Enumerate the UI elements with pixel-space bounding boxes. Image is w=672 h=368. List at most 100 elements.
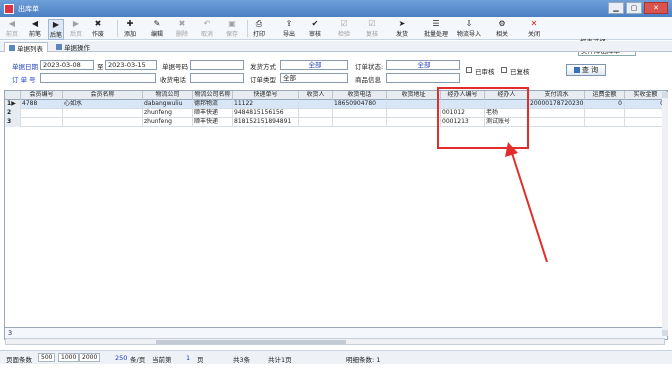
cell-paid[interactable] <box>625 109 667 118</box>
void-button[interactable]: ✖ 作废 <box>92 19 104 38</box>
ship-button[interactable]: ➤ 发货 <box>396 19 408 38</box>
query-button[interactable]: 查 询 <box>566 64 606 76</box>
print-button[interactable]: ⎙ 打印 <box>253 19 265 38</box>
cell-logistics-name[interactable]: 顺丰快递 <box>193 109 233 118</box>
add-button[interactable]: ✚ 添加 <box>124 19 136 38</box>
inspect-button[interactable]: ☑ 检验 <box>338 19 350 38</box>
col-express-no[interactable]: 快递单号 <box>233 91 299 100</box>
cell-recv-phone[interactable] <box>333 118 387 127</box>
goods-info-input[interactable] <box>386 73 460 83</box>
logistics-import-button[interactable]: ⇩ 物流导入 <box>457 19 481 38</box>
cell-recv-address[interactable] <box>387 109 441 118</box>
order-no-input[interactable] <box>40 73 156 83</box>
horizontal-scrollbar[interactable] <box>5 338 665 345</box>
col-recv-address[interactable]: 收货地址 <box>387 91 441 100</box>
cell-member-id[interactable] <box>21 118 63 127</box>
page-size-500[interactable]: 500 <box>38 353 56 362</box>
table-row[interactable]: 1▶ 4788 心如水 dabangwuliu 德邦物流 11122 18650… <box>5 100 667 109</box>
vertical-scrollbar[interactable] <box>662 92 668 336</box>
tab-document-list[interactable]: 单据列表 <box>4 42 48 53</box>
cell-logistics[interactable]: zhunfeng <box>143 118 193 127</box>
col-recv-phone[interactable]: 收货电话 <box>333 91 387 100</box>
date-to-input[interactable]: 2023-03-15 <box>105 60 157 70</box>
cell-recv-address[interactable] <box>387 118 441 127</box>
tab-document-operation[interactable]: 单据操作 <box>52 42 94 52</box>
delete-button[interactable]: ✖ 删除 <box>176 19 188 38</box>
cancel-icon: ↶ <box>203 19 211 28</box>
cell-freight[interactable]: 0 <box>585 100 625 109</box>
table-row[interactable]: 3 zhunfeng 顺丰快递 818152151894891 0001213 … <box>5 118 667 127</box>
export-button[interactable]: ⇪ 导出 <box>283 19 295 38</box>
col-payment-serial[interactable]: 支付流水 <box>529 91 585 100</box>
col-logistics-name[interactable]: 物流公司名称 <box>193 91 233 100</box>
minimize-button[interactable]: ▁ <box>608 2 624 14</box>
col-member-id[interactable]: 会员编号 <box>21 91 63 100</box>
cell-recv-address[interactable] <box>387 100 441 109</box>
cell-payment-serial[interactable] <box>529 118 585 127</box>
highlight-box <box>437 87 529 149</box>
cancel-button[interactable]: ↶ 取消 <box>201 19 213 38</box>
cell-freight[interactable] <box>585 118 625 127</box>
cell-freight[interactable] <box>585 109 625 118</box>
cell-paid[interactable] <box>625 118 667 127</box>
data-grid: 会员编号 会员名称 物流公司 物流公司名称 快递单号 收货人 收货电话 收货地址… <box>4 90 668 340</box>
review-button[interactable]: ☑ 复核 <box>366 19 378 38</box>
cell-express-no[interactable]: 9484815156156 <box>233 109 299 118</box>
first-page-button[interactable]: ◀ 前页 <box>6 19 18 38</box>
current-page-value[interactable]: 1 <box>186 354 190 362</box>
cell-payment-serial[interactable]: 20000178720230 <box>529 100 585 109</box>
audited-checkbox[interactable] <box>466 67 472 73</box>
audit-button[interactable]: ✔ 审核 <box>309 19 321 38</box>
related-button[interactable]: ⚙ 相关 <box>496 19 508 38</box>
order-type-select[interactable]: 全部 <box>280 73 348 83</box>
reviewed-label: 已复核 <box>510 68 530 76</box>
cell-receiver[interactable] <box>299 109 333 118</box>
last-page-button[interactable]: ▶ 后页 <box>70 19 82 38</box>
cell-logistics-name[interactable]: 顺丰快递 <box>193 118 233 127</box>
close-window-button[interactable]: ✕ <box>644 2 668 14</box>
cell-member-id[interactable]: 4788 <box>21 100 63 109</box>
cell-member-name[interactable] <box>63 118 143 127</box>
save-button[interactable]: ▣ 保存 <box>226 19 238 38</box>
maximize-button[interactable]: ▢ <box>626 2 642 14</box>
cell-recv-phone[interactable]: 18650904780 <box>333 100 387 109</box>
batch-process-button[interactable]: ☰ 批量处理 <box>424 19 448 38</box>
page-size-1000[interactable]: 1000 <box>58 353 80 362</box>
cell-logistics-name[interactable]: 德邦物流 <box>193 100 233 109</box>
close-button[interactable]: ✕ 关闭 <box>528 19 540 38</box>
scroll-thumb[interactable] <box>156 340 346 344</box>
docno-input[interactable] <box>190 60 244 70</box>
page-size-2000[interactable]: 2000 <box>79 353 101 362</box>
prev-record-button[interactable]: ◀ 前笔 <box>29 19 41 38</box>
per-page-value[interactable]: 250 <box>115 354 127 362</box>
cell-member-name[interactable]: 心如水 <box>63 100 143 109</box>
col-member-name[interactable]: 会员名称 <box>63 91 143 100</box>
next-icon: ▶ <box>52 20 60 29</box>
cell-express-no[interactable]: 818152151894891 <box>233 118 299 127</box>
edit-button[interactable]: ✎ 编辑 <box>151 19 163 38</box>
date-from-input[interactable]: 2023-03-08 <box>40 60 94 70</box>
cell-member-name[interactable] <box>63 109 143 118</box>
total-pages: 共计1页 <box>268 356 292 364</box>
col-paid[interactable]: 实收金额 <box>625 91 667 100</box>
cell-logistics[interactable]: zhunfeng <box>143 109 193 118</box>
scroll-down-icon[interactable] <box>662 330 668 336</box>
next-record-button[interactable]: ▶ 后笔 <box>48 19 65 40</box>
table-row[interactable]: 2 zhunfeng 顺丰快递 9484815156156 001012 老杨 <box>5 109 667 118</box>
order-status-select[interactable]: 全部 <box>386 60 460 70</box>
cell-logistics[interactable]: dabangwuliu <box>143 100 193 109</box>
cell-receiver[interactable] <box>299 118 333 127</box>
recv-phone-input[interactable] <box>190 73 244 83</box>
cell-receiver[interactable] <box>299 100 333 109</box>
col-freight[interactable]: 运费金额 <box>585 91 625 100</box>
col-logistics[interactable]: 物流公司 <box>143 91 193 100</box>
ship-method-select[interactable]: 全部 <box>280 60 348 70</box>
cell-recv-phone[interactable] <box>333 109 387 118</box>
reviewed-checkbox[interactable] <box>501 67 507 73</box>
cell-member-id[interactable] <box>21 109 63 118</box>
scroll-up-icon[interactable] <box>662 92 668 98</box>
cell-paid[interactable]: 0 <box>625 100 667 109</box>
cell-express-no[interactable]: 11122 <box>233 100 299 109</box>
cell-payment-serial[interactable] <box>529 109 585 118</box>
col-receiver[interactable]: 收货人 <box>299 91 333 100</box>
